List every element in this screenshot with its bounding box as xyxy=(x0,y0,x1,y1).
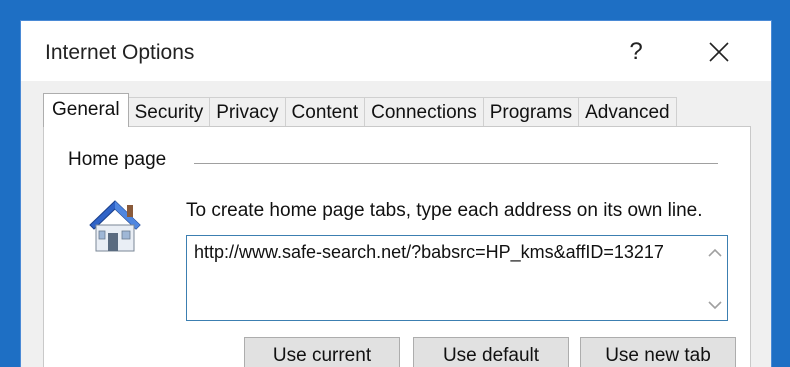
tab-strip: General Security Privacy Content Connect… xyxy=(43,93,677,127)
window-title: Internet Options xyxy=(45,41,195,64)
tab-programs[interactable]: Programs xyxy=(482,97,580,127)
chevron-up-icon[interactable] xyxy=(707,246,723,260)
home-page-instruction: To create home page tabs, type each addr… xyxy=(186,200,703,221)
close-button[interactable] xyxy=(701,35,737,69)
house-icon xyxy=(89,200,141,252)
use-default-button[interactable]: Use default xyxy=(413,337,569,367)
tab-general[interactable]: General xyxy=(43,93,129,127)
internet-options-dialog: Internet Options ? General Security Priv… xyxy=(20,20,772,367)
chevron-down-icon[interactable] xyxy=(707,298,723,312)
home-page-url-value[interactable]: http://www.safe-search.net/?babsrc=HP_km… xyxy=(194,242,664,263)
use-current-button[interactable]: Use current xyxy=(244,337,400,367)
home-page-url-field[interactable]: http://www.safe-search.net/?babsrc=HP_km… xyxy=(186,235,728,321)
close-icon xyxy=(709,42,729,62)
home-page-group-label: Home page xyxy=(68,149,173,171)
url-field-scrollbar[interactable] xyxy=(703,236,727,320)
tab-security[interactable]: Security xyxy=(127,97,211,127)
help-button[interactable]: ? xyxy=(621,37,651,67)
use-new-tab-button[interactable]: Use new tab xyxy=(580,337,736,367)
tab-content[interactable]: Content xyxy=(284,97,366,127)
tab-connections[interactable]: Connections xyxy=(364,97,484,127)
group-divider xyxy=(194,163,718,164)
tab-privacy[interactable]: Privacy xyxy=(209,97,286,127)
title-bar: Internet Options ? xyxy=(21,21,771,81)
tab-advanced[interactable]: Advanced xyxy=(578,97,677,127)
general-tab-panel: Home page To create home page tabs, type… xyxy=(43,126,751,367)
dialog-body: General Security Privacy Content Connect… xyxy=(21,81,771,367)
